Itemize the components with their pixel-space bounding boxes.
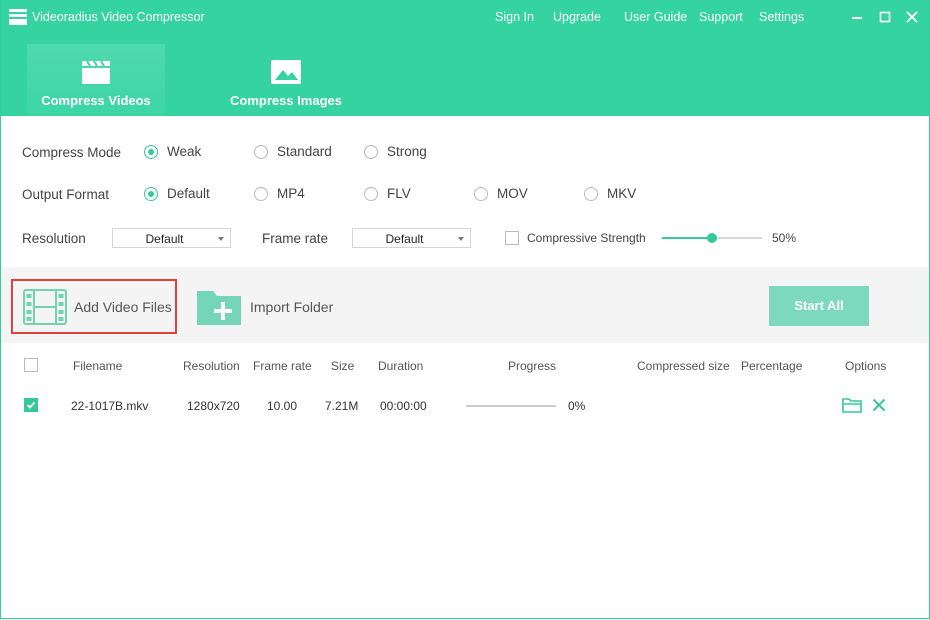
output-format-flv-radio[interactable]: FLV — [364, 186, 411, 201]
frame-rate-select[interactable]: Default — [352, 228, 471, 248]
slider-handle[interactable] — [707, 233, 717, 243]
radio-circle — [144, 186, 158, 201]
radio-label: MP4 — [277, 186, 305, 201]
radio-circle — [474, 186, 488, 201]
row-frame-rate: 10.00 — [267, 399, 298, 413]
close-icon[interactable] — [904, 9, 920, 25]
select-all-checkbox[interactable] — [24, 358, 38, 372]
radio-circle — [584, 186, 598, 201]
output-format-mov-radio[interactable]: MOV — [474, 186, 528, 201]
slider-fill — [662, 237, 712, 239]
column-header-compressed-size[interactable]: Compressed size — [637, 359, 730, 373]
compress-mode-label: Compress Mode — [22, 145, 122, 160]
clapperboard-icon — [82, 60, 110, 84]
compress-mode-standard-radio[interactable]: Standard — [254, 144, 332, 159]
checkmark-icon — [26, 401, 36, 409]
tab-compress-images-label: Compress Images — [230, 93, 342, 108]
resolution-select[interactable]: Default — [112, 228, 231, 248]
row-size: 7.21M — [325, 399, 359, 413]
row-progress-bar — [466, 405, 556, 407]
frame-rate-label: Frame rate — [262, 231, 329, 246]
column-header-resolution[interactable]: Resolution — [183, 359, 240, 373]
support-link[interactable]: Support — [699, 10, 743, 24]
upgrade-link[interactable]: Upgrade — [553, 10, 601, 24]
column-header-filename[interactable]: Filename — [73, 359, 122, 373]
radio-circle — [254, 144, 268, 159]
radio-circle — [144, 144, 158, 159]
radio-label: FLV — [387, 186, 411, 201]
app-window: Videoradius Video Compressor Sign In Upg… — [0, 0, 930, 619]
row-filename: 22-1017B.mkv — [71, 399, 149, 413]
maximize-icon[interactable] — [877, 9, 893, 25]
compress-mode-strong-radio[interactable]: Strong — [364, 144, 427, 159]
radio-label: MKV — [607, 186, 637, 201]
column-header-percentage[interactable]: Percentage — [741, 359, 802, 373]
compressive-strength-label: Compressive Strength — [527, 231, 646, 245]
radio-circle — [254, 186, 268, 201]
chevron-down-icon — [218, 237, 224, 241]
radio-label: Default — [167, 186, 210, 201]
radio-label: Strong — [387, 144, 427, 159]
open-folder-icon[interactable] — [842, 397, 862, 413]
column-header-progress[interactable]: Progress — [508, 359, 556, 373]
chevron-down-icon — [458, 237, 464, 241]
tab-compress-images[interactable]: Compress Images — [217, 44, 355, 116]
image-icon — [271, 60, 301, 84]
app-title: Videoradius Video Compressor — [32, 10, 205, 24]
app-logo-icon — [9, 9, 27, 25]
column-header-frame-rate[interactable]: Frame rate — [253, 359, 312, 373]
start-all-button[interactable]: Start All — [769, 286, 869, 326]
radio-label: Weak — [167, 144, 202, 159]
column-header-duration[interactable]: Duration — [378, 359, 423, 373]
output-format-mp4-radio[interactable]: MP4 — [254, 186, 305, 201]
minimize-icon[interactable] — [849, 9, 865, 25]
toolbar: Add Video Files Import Folder Start All — [1, 267, 929, 343]
column-header-size[interactable]: Size — [331, 359, 354, 373]
output-format-label: Output Format — [22, 187, 110, 202]
radio-circle — [364, 186, 378, 201]
compress-mode-weak-radio[interactable]: Weak — [144, 144, 201, 159]
resolution-select-value: Default — [145, 232, 184, 246]
remove-icon[interactable] — [872, 398, 886, 412]
tab-compress-videos-label: Compress Videos — [41, 93, 151, 108]
film-strip-icon — [23, 289, 67, 325]
column-header-options: Options — [845, 359, 887, 373]
output-format-default-radio[interactable]: Default — [144, 186, 210, 201]
settings-link[interactable]: Settings — [759, 10, 804, 24]
add-video-files-label: Add Video Files — [74, 299, 172, 315]
folder-add-icon — [197, 291, 241, 325]
resolution-label: Resolution — [22, 231, 86, 246]
row-checkbox[interactable] — [24, 398, 38, 412]
row-progress-text: 0% — [568, 399, 586, 413]
radio-circle — [364, 144, 378, 159]
add-video-files-button[interactable]: Add Video Files — [21, 287, 172, 327]
import-folder-label: Import Folder — [250, 299, 334, 315]
row-resolution: 1280x720 — [187, 399, 240, 413]
output-format-mkv-radio[interactable]: MKV — [584, 186, 636, 201]
row-duration: 00:00:00 — [380, 399, 427, 413]
tab-compress-videos[interactable]: Compress Videos — [27, 44, 165, 116]
import-folder-button[interactable]: Import Folder — [195, 287, 345, 327]
radio-label: MOV — [497, 186, 528, 201]
radio-label: Standard — [277, 144, 332, 159]
sign-in-link[interactable]: Sign In — [495, 10, 534, 24]
compressive-strength-checkbox[interactable] — [505, 231, 519, 245]
compressive-strength-value: 50% — [772, 231, 797, 245]
user-guide-link[interactable]: User Guide — [624, 10, 687, 24]
header-bar: Videoradius Video Compressor Sign In Upg… — [1, 0, 929, 116]
frame-rate-select-value: Default — [385, 232, 424, 246]
